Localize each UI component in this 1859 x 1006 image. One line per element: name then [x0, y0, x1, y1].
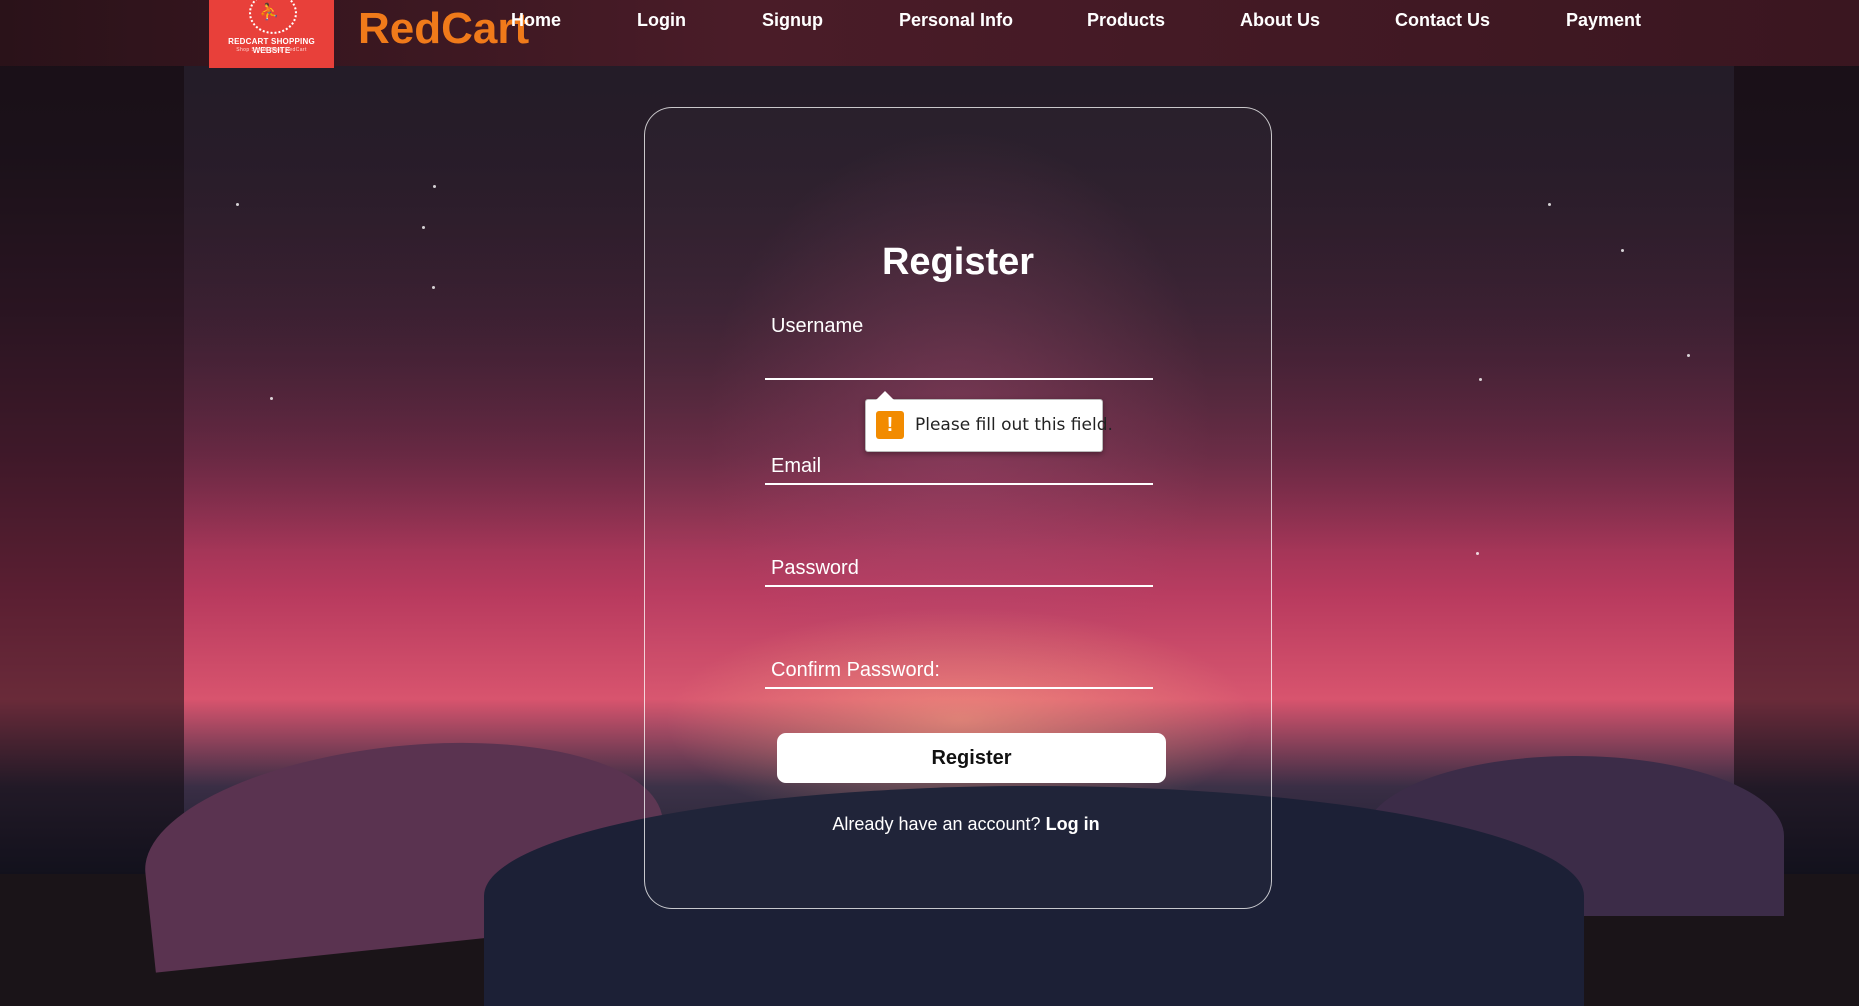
password-field-group: Password — [765, 550, 1153, 610]
validation-tooltip: ! Please fill out this field. — [865, 391, 1113, 452]
nav-login[interactable]: Login — [637, 10, 686, 31]
confirm-password-input[interactable] — [765, 655, 1153, 689]
star — [1548, 203, 1551, 206]
star — [1687, 354, 1690, 357]
username-field-group: Username — [765, 308, 1153, 398]
nav-home[interactable]: Home — [511, 10, 561, 31]
star — [1479, 378, 1482, 381]
login-prompt: Already have an account? Log in — [645, 814, 1287, 835]
logo-tagline: Shop Smart, Shop RedCart — [236, 47, 307, 53]
nav-products[interactable]: Products — [1087, 10, 1165, 31]
email-field-group: Email — [765, 448, 1153, 508]
nav-payment[interactable]: Payment — [1566, 10, 1641, 31]
tooltip-message: Please fill out this field. — [915, 415, 1113, 435]
site-logo[interactable]: ⛹ REDCART SHOPPING WEBSITE Shop Smart, S… — [209, 0, 334, 68]
username-input[interactable] — [765, 346, 1153, 380]
star — [1476, 552, 1479, 555]
nav-personal-info[interactable]: Personal Info — [899, 10, 1013, 31]
star — [270, 397, 273, 400]
email-input[interactable] — [765, 451, 1153, 485]
register-form-card: Register Username Email Password Confirm… — [644, 107, 1272, 909]
confirm-password-field-group: Confirm Password: — [765, 652, 1153, 712]
background-side-right — [1734, 66, 1859, 874]
star — [422, 226, 425, 229]
warning-icon: ! — [876, 411, 904, 439]
register-button[interactable]: Register — [777, 733, 1166, 783]
login-prompt-text: Already have an account? — [832, 814, 1041, 834]
username-label: Username — [771, 315, 864, 337]
nav-about-us[interactable]: About Us — [1240, 10, 1320, 31]
nav-signup[interactable]: Signup — [762, 10, 823, 31]
nav-contact-us[interactable]: Contact Us — [1395, 10, 1490, 31]
star — [236, 203, 239, 206]
brand-name: RedCart — [358, 4, 530, 53]
star — [433, 185, 436, 188]
form-title: Register — [881, 241, 1035, 283]
tooltip-arrow — [876, 391, 894, 400]
background-side-left — [0, 66, 184, 874]
login-link[interactable]: Log in — [1046, 814, 1100, 834]
password-input[interactable] — [765, 553, 1153, 587]
site-header: ⛹ REDCART SHOPPING WEBSITE Shop Smart, S… — [0, 0, 1859, 68]
star — [1621, 249, 1624, 252]
shopping-family-icon: ⛹ — [259, 4, 279, 21]
star — [432, 286, 435, 289]
